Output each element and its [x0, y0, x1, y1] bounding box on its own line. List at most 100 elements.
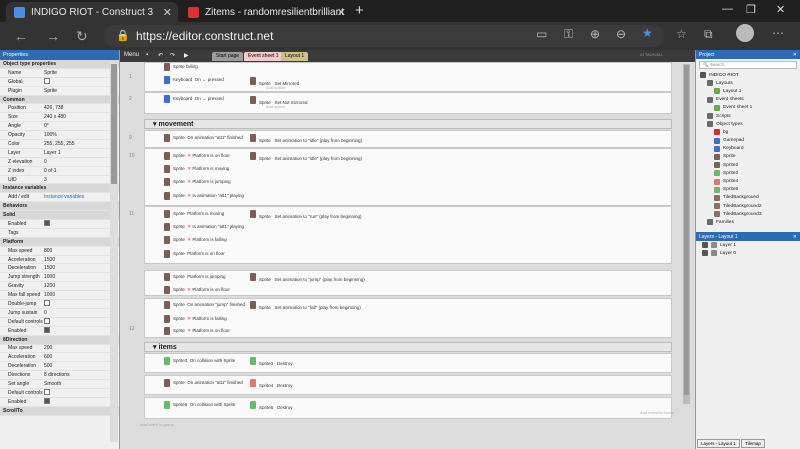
refresh-icon[interactable]: ↻: [76, 28, 88, 45]
checkbox[interactable]: [44, 397, 50, 404]
close-icon[interactable]: ✕: [793, 52, 797, 58]
property-section[interactable]: Object type properties: [0, 60, 119, 69]
property-value[interactable]: 0°: [44, 123, 119, 129]
zoom-in-icon[interactable]: ⊕: [590, 27, 600, 41]
property-value[interactable]: 1000: [44, 292, 119, 298]
condition[interactable]: Sprite Platform is on floor: [164, 248, 225, 259]
project-tree-item[interactable]: Scripts: [696, 112, 800, 120]
condition[interactable]: Sprite ✕ Platform is on floor: [164, 150, 230, 161]
property-value[interactable]: [44, 77, 119, 86]
group-movement[interactable]: ▾ movement: [144, 119, 672, 129]
condition[interactable]: Sprite ✕ Is animation "att1" playing: [164, 190, 244, 201]
condition[interactable]: Keyboard On ← pressed: [164, 74, 224, 85]
checkbox[interactable]: [44, 326, 50, 333]
condition[interactable]: Sprite ✕ Platform is on floor: [164, 325, 230, 336]
property-value[interactable]: 426, 738: [44, 105, 119, 111]
property-value[interactable]: 8 directions: [44, 372, 119, 378]
property-section[interactable]: Behaviors: [0, 202, 119, 212]
condition[interactable]: Sprite ✕ Is animation "att1" playing: [164, 221, 244, 232]
add-event-link[interactable]: Add event to group: [140, 422, 174, 427]
back-icon[interactable]: ←: [14, 28, 28, 44]
restore-icon[interactable]: ❐: [746, 3, 756, 16]
favorite-star-icon[interactable]: ★: [642, 26, 653, 40]
play-icon[interactable]: ▶: [184, 52, 189, 59]
checkbox[interactable]: [44, 388, 50, 395]
collections-icon[interactable]: ⧉: [704, 27, 713, 42]
condition[interactable]: Sprite On animation "att1" finished: [164, 132, 244, 143]
action[interactable]: Sprite Set animation to "fall" (play fro…: [250, 301, 361, 310]
action[interactable]: Sprite3 Destroy: [250, 357, 293, 366]
project-tree-item[interactable]: TiledBackground3: [696, 210, 800, 218]
property-section[interactable]: Platform: [0, 237, 119, 247]
action[interactable]: Sprite4 Destroy: [250, 379, 293, 388]
visibility-icon[interactable]: [702, 250, 708, 257]
condition[interactable]: Sprite Platform is jumping: [164, 271, 226, 282]
property-value[interactable]: Sprite: [44, 70, 119, 76]
checkbox[interactable]: [44, 77, 50, 84]
property-section[interactable]: Solid: [0, 211, 119, 221]
project-tree-item[interactable]: Event sheets: [696, 96, 800, 104]
browser-tab-construct[interactable]: INDIGO RIOT - Construct 3 ✕: [6, 2, 178, 22]
event-sheet-scrollbar[interactable]: [683, 64, 690, 404]
tab-event-sheet-1[interactable]: Event sheet 1: [244, 52, 283, 61]
project-tree-item[interactable]: Object types: [696, 120, 800, 128]
condition[interactable]: Sprite On animation "jump" finished: [164, 299, 246, 310]
project-tree-item[interactable]: Gamepad: [696, 137, 800, 145]
tab-icon[interactable]: ▭: [536, 27, 547, 41]
project-tree-item[interactable]: Sprite3: [696, 169, 800, 177]
project-tree-item[interactable]: Event sheet 1: [696, 104, 800, 112]
property-value[interactable]: 100%: [44, 132, 119, 138]
property-section[interactable]: ScrollTo: [0, 406, 119, 416]
action[interactable]: Sprite Set animation to "jump" (play fro…: [250, 273, 365, 282]
menu-button[interactable]: Menu: [124, 52, 139, 58]
property-section[interactable]: 8Direction: [0, 335, 119, 345]
add-action-link[interactable]: Add action: [266, 85, 285, 90]
favorites-icon[interactable]: ☆: [676, 27, 687, 41]
property-value[interactable]: [44, 388, 119, 397]
project-tree-item[interactable]: Sprite: [696, 153, 800, 161]
visibility-icon[interactable]: [702, 242, 708, 249]
property-value[interactable]: 240 x 480: [44, 114, 119, 120]
action[interactable]: Sprite Set animation to "idle" (play fro…: [250, 152, 362, 161]
property-value[interactable]: 0: [44, 310, 119, 316]
redo-icon[interactable]: ↷: [170, 52, 175, 59]
property-value[interactable]: [44, 397, 119, 406]
condition[interactable]: Sprite ✕ Platform is on floor: [164, 284, 230, 295]
property-value[interactable]: 1500: [44, 257, 119, 263]
checkbox[interactable]: [44, 219, 50, 226]
property-value[interactable]: [44, 326, 119, 335]
add-event-items-link[interactable]: Add event to 'items': [640, 410, 675, 415]
action[interactable]: Sprite Set animation to "run" (play from…: [250, 210, 362, 219]
condition[interactable]: Sprite ✕ Platform is jumping: [164, 176, 231, 187]
action[interactable]: Sprite Set animation to "idle" (play fro…: [250, 134, 362, 143]
close-icon[interactable]: ✕: [337, 6, 346, 19]
property-value[interactable]: Layer 1: [44, 150, 119, 156]
layer-item[interactable]: Layer 0: [696, 249, 800, 257]
property-value[interactable]: 0 of 1: [44, 168, 119, 174]
property-value[interactable]: Sprite: [44, 88, 119, 94]
lock-icon[interactable]: [711, 250, 717, 257]
condition[interactable]: Sprite ✕ Platform is moving: [164, 163, 229, 174]
property-value[interactable]: [44, 317, 119, 326]
close-icon[interactable]: ✕: [163, 6, 172, 19]
lock-icon[interactable]: [711, 242, 717, 249]
minimize-icon[interactable]: —: [722, 3, 733, 15]
undo-icon[interactable]: ↶: [158, 52, 163, 59]
project-tree-item[interactable]: Sprite2: [696, 161, 800, 169]
checkbox[interactable]: [44, 300, 50, 306]
tab-layers[interactable]: Layers - Layout 1: [697, 439, 740, 448]
condition[interactable]: Sprite5 On collision with Sprite: [164, 399, 246, 410]
property-value[interactable]: 600: [44, 354, 119, 360]
project-tree-item[interactable]: Layout 1: [696, 87, 800, 95]
tab-start-page[interactable]: Start page: [212, 52, 244, 61]
tab-layout-1[interactable]: Layout 1: [281, 52, 309, 61]
project-tree-item[interactable]: TiledBackground2: [696, 202, 800, 210]
new-tab-button[interactable]: +: [355, 2, 364, 19]
property-value[interactable]: 1000: [44, 274, 119, 280]
property-value[interactable]: 0: [44, 159, 119, 165]
property-value[interactable]: 3: [44, 177, 119, 183]
window-close-icon[interactable]: ✕: [776, 3, 785, 16]
condition[interactable]: Sprite On animation "att1" finished: [164, 377, 246, 388]
project-tree-item[interactable]: Keyboard: [696, 145, 800, 153]
condition[interactable]: Sprite Platform is moving: [164, 208, 224, 219]
